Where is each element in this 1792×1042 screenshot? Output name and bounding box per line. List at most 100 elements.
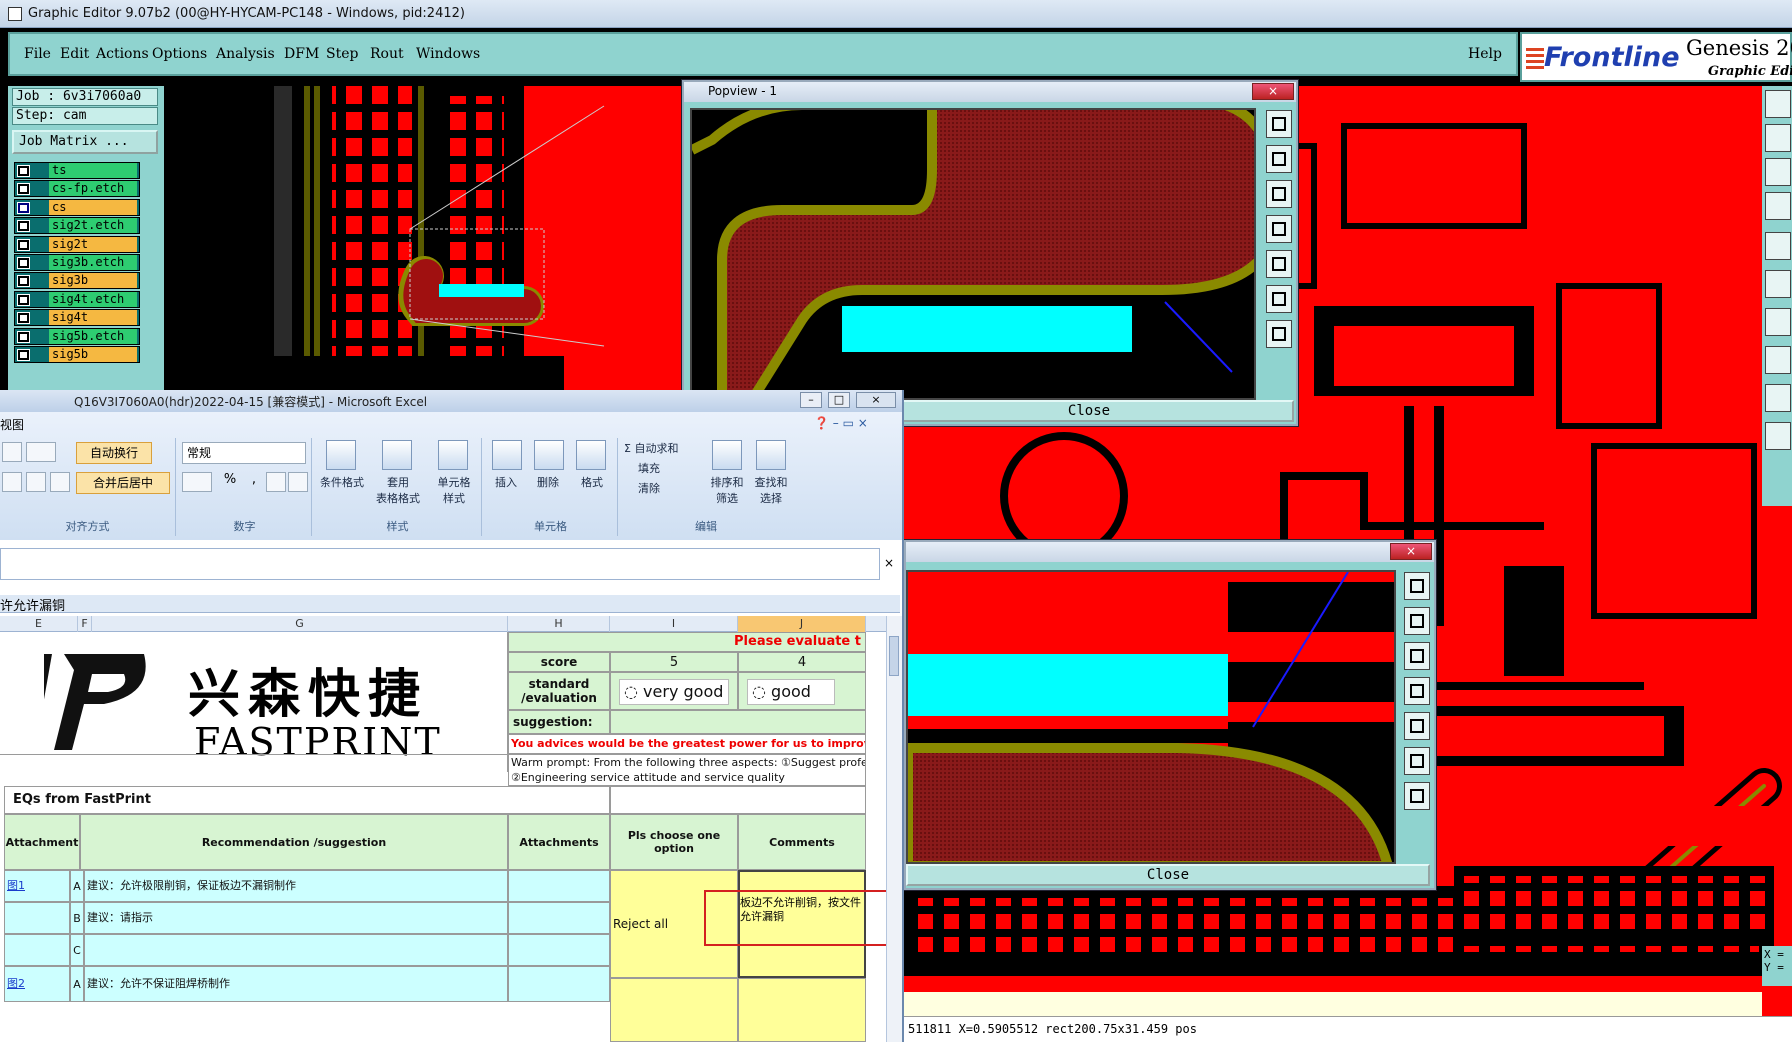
popview2-close-button[interactable]: Close xyxy=(906,864,1430,886)
popview-down-icon[interactable] xyxy=(1266,180,1292,208)
popview2-left-icon[interactable] xyxy=(1404,677,1430,705)
pan-tool-icon[interactable] xyxy=(1765,124,1791,152)
help-icon[interactable]: ❓ – ▭ × xyxy=(814,416,868,430)
number-format-select[interactable]: 常规 xyxy=(182,442,306,464)
delete-button[interactable]: 删除 xyxy=(526,474,570,490)
popview2-right-icon[interactable] xyxy=(1404,712,1430,740)
insert-icon[interactable] xyxy=(492,440,522,470)
clear-button[interactable]: 清除 xyxy=(638,480,660,496)
popview2-zoom-icon[interactable] xyxy=(1404,572,1430,600)
layer-checkbox-icon[interactable] xyxy=(17,349,30,361)
popview-center-icon[interactable] xyxy=(1266,320,1292,348)
attachments-cell[interactable] xyxy=(508,934,610,966)
layer-checkbox-icon[interactable] xyxy=(17,201,30,214)
popview-viewport[interactable] xyxy=(690,108,1256,400)
layer-checkbox-icon[interactable] xyxy=(17,165,30,177)
excel-maximize-button[interactable]: □ xyxy=(828,392,850,408)
decrease-decimal-icon[interactable] xyxy=(288,472,308,492)
sheet-grid[interactable]: 兴森快捷 FASTPRINT Please evaluate t score 5… xyxy=(0,632,900,1042)
currency-icon[interactable] xyxy=(182,472,212,492)
menu-options[interactable]: Options xyxy=(152,46,207,62)
popview-fit-icon[interactable] xyxy=(1266,285,1292,313)
popview-right-icon[interactable] xyxy=(1266,250,1292,278)
popview2-fit-icon[interactable] xyxy=(1404,747,1430,775)
attachments-cell[interactable] xyxy=(508,902,610,934)
layer-row[interactable]: cs xyxy=(14,198,140,216)
snap-tool-icon[interactable] xyxy=(1765,232,1791,260)
table-format-button[interactable]: 套用 表格格式 xyxy=(370,474,426,506)
menu-rout[interactable]: Rout xyxy=(370,46,404,62)
menu-file[interactable]: File xyxy=(24,46,51,62)
orientation-icon[interactable] xyxy=(26,442,56,462)
layer-checkbox-icon[interactable] xyxy=(17,220,30,233)
layer-row[interactable]: sig5b xyxy=(14,346,140,363)
table-format-icon[interactable] xyxy=(382,440,412,470)
zoom-tool-icon[interactable] xyxy=(1765,90,1791,118)
col-header-i[interactable]: I xyxy=(610,616,738,632)
popview2-viewport[interactable] xyxy=(906,570,1396,864)
menu-analysis[interactable]: Analysis xyxy=(216,46,275,62)
find-select-button[interactable]: 查找和 选择 xyxy=(746,474,796,506)
menu-windows[interactable]: Windows xyxy=(416,46,480,62)
merge-center-button[interactable]: 合并后居中 xyxy=(76,472,170,494)
job-matrix-button[interactable]: Job Matrix ... xyxy=(12,130,158,154)
attachments-cell[interactable] xyxy=(508,966,610,1002)
attachment-link[interactable]: 图1 xyxy=(4,870,70,902)
col-header-h[interactable]: H xyxy=(508,616,610,632)
excel-close-button[interactable]: × xyxy=(856,392,896,408)
col-header-g[interactable]: G xyxy=(92,616,508,632)
popview2-down-icon[interactable] xyxy=(1404,642,1430,670)
layer-row[interactable]: sig4t.etch xyxy=(14,290,140,308)
measure-tool-icon[interactable] xyxy=(1765,192,1791,220)
excel-minimize-button[interactable]: – xyxy=(800,392,822,408)
good-radio[interactable]: ◌ good xyxy=(747,679,835,705)
pointer-tool-icon[interactable] xyxy=(1765,422,1791,450)
net-tool-icon[interactable] xyxy=(1765,270,1791,298)
layer-checkbox-icon[interactable] xyxy=(17,238,30,251)
layer-row[interactable]: sig3b.etch xyxy=(14,254,140,271)
popview-left-icon[interactable] xyxy=(1266,215,1292,243)
fit-tool-icon[interactable] xyxy=(1765,158,1791,186)
layer-row[interactable]: sig2t xyxy=(14,235,140,253)
layer-checkbox-icon[interactable] xyxy=(17,312,30,325)
cell-style-icon[interactable] xyxy=(438,440,468,470)
menu-actions[interactable]: Actions xyxy=(96,46,149,62)
suggestion-cell[interactable] xyxy=(610,710,866,734)
layer-checkbox-icon[interactable] xyxy=(17,293,30,306)
increase-indent-icon[interactable] xyxy=(50,472,70,492)
layer-checkbox-icon[interactable] xyxy=(17,183,30,196)
comma-button[interactable]: , xyxy=(244,472,264,492)
layer-tool-icon[interactable] xyxy=(1765,346,1791,374)
popview-close-button[interactable]: Close xyxy=(884,400,1294,422)
layer-checkbox-icon[interactable] xyxy=(17,330,30,343)
layer-checkbox-icon[interactable] xyxy=(17,257,30,269)
format-icon[interactable] xyxy=(576,440,606,470)
format-button[interactable]: 格式 xyxy=(570,474,614,490)
conditional-format-button[interactable]: 条件格式 xyxy=(314,474,370,490)
autosum-button[interactable]: Σ 自动求和 xyxy=(624,440,678,456)
increase-decimal-icon[interactable] xyxy=(266,472,286,492)
insert-button[interactable]: 插入 xyxy=(484,474,528,490)
conditional-format-icon[interactable] xyxy=(326,440,356,470)
ribbon-tab-view[interactable]: 视图 xyxy=(0,416,24,433)
attachments-cell[interactable] xyxy=(508,870,610,902)
layer-checkbox-icon[interactable] xyxy=(17,275,30,288)
fill-button[interactable]: 填充 xyxy=(638,460,660,476)
indent-icon[interactable] xyxy=(2,442,22,462)
col-header-j[interactable]: J xyxy=(738,616,866,632)
menu-dfm[interactable]: DFM xyxy=(284,46,319,62)
sort-filter-icon[interactable] xyxy=(712,440,742,470)
layer-row[interactable]: ts xyxy=(14,162,140,179)
layer-row[interactable]: cs-fp.etch xyxy=(14,180,140,198)
layer-row[interactable]: sig4t xyxy=(14,309,140,327)
percent-button[interactable]: % xyxy=(218,472,242,492)
choose-option-cell-2[interactable] xyxy=(610,978,738,1042)
drc-tool-icon[interactable] xyxy=(1765,308,1791,336)
comments-cell-2[interactable] xyxy=(738,978,866,1042)
col-header-e[interactable]: E xyxy=(0,616,78,632)
delete-icon[interactable] xyxy=(534,440,564,470)
formula-bar[interactable] xyxy=(0,548,880,580)
popview2-up-icon[interactable] xyxy=(1404,607,1430,635)
align-left-icon[interactable] xyxy=(2,472,22,492)
menu-help[interactable]: Help xyxy=(1468,46,1502,62)
